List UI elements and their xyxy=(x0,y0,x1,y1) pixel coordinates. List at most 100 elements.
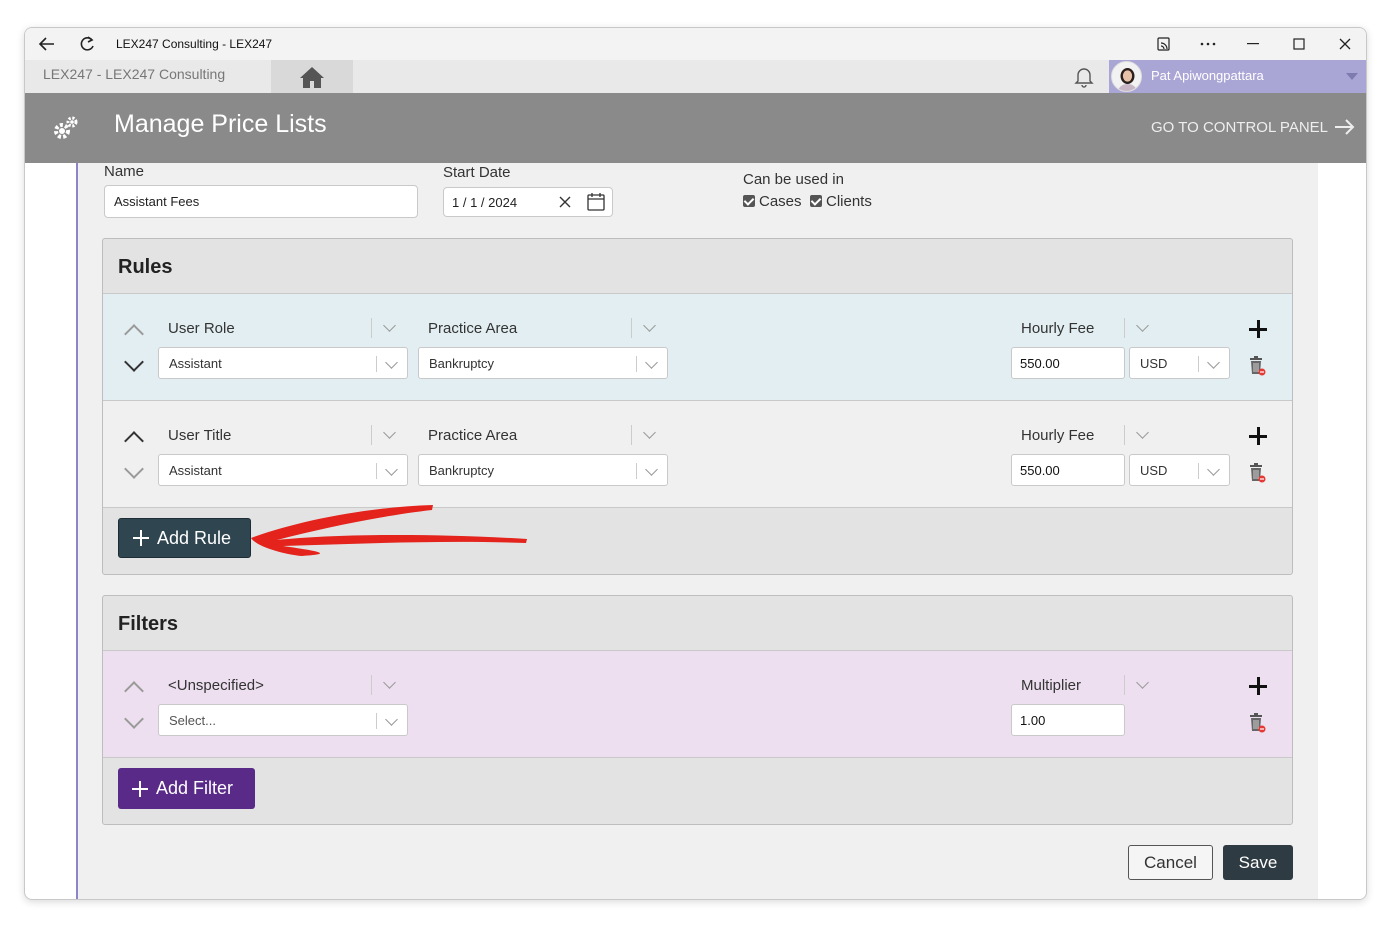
hourly-fee-input[interactable]: 550.00 xyxy=(1011,347,1125,379)
add-filter-label: Add Filter xyxy=(156,778,234,798)
delete-row-icon[interactable] xyxy=(1247,712,1267,734)
chevron-down-icon xyxy=(1207,463,1220,476)
hourly-fee-value: 550.00 xyxy=(1020,462,1060,478)
home-tab[interactable] xyxy=(271,60,353,93)
divider xyxy=(1124,318,1125,338)
filter-select[interactable]: Select... xyxy=(158,704,408,736)
add-row-icon[interactable] xyxy=(1249,427,1267,445)
divider xyxy=(371,318,372,338)
refresh-icon[interactable] xyxy=(77,34,97,54)
user-menu[interactable]: Pat Apiwongpattara xyxy=(1109,60,1366,93)
move-up-icon[interactable] xyxy=(124,681,144,701)
chevron-down-icon[interactable] xyxy=(383,426,396,439)
name-label: Name xyxy=(104,163,145,180)
calendar-icon[interactable] xyxy=(587,192,605,211)
practice-area-label[interactable]: Practice Area xyxy=(428,427,517,444)
start-date-value: 1 / 1 / 2024 xyxy=(452,194,518,210)
criterion-label[interactable]: User Title xyxy=(168,427,231,444)
cast-icon[interactable] xyxy=(1141,28,1187,60)
user-name: Pat Apiwongpattara xyxy=(1151,68,1264,83)
usage-label: Can be used in xyxy=(743,171,844,188)
cases-checkbox[interactable] xyxy=(743,195,755,207)
move-down-icon[interactable] xyxy=(124,459,144,479)
chevron-down-icon xyxy=(385,356,398,369)
annotation-arrow-icon xyxy=(251,505,527,556)
notification-bell-icon[interactable] xyxy=(1072,64,1096,88)
chevron-down-icon xyxy=(1207,356,1220,369)
back-arrow-icon[interactable] xyxy=(37,34,57,54)
rule-row: User Role Assistant Practice Area Bankru… xyxy=(103,293,1292,400)
delete-row-icon[interactable] xyxy=(1247,355,1267,377)
delete-row-icon[interactable] xyxy=(1247,462,1267,484)
add-filter-button[interactable]: Add Filter xyxy=(118,768,255,809)
practice-area-label[interactable]: Practice Area xyxy=(428,320,517,337)
divider xyxy=(636,463,637,479)
rules-title: Rules xyxy=(118,256,173,278)
usage-cases-option[interactable]: Cases xyxy=(743,193,802,210)
criterion-select[interactable]: Assistant xyxy=(158,454,408,486)
filter-criterion-label[interactable]: <Unspecified> xyxy=(168,677,264,694)
move-down-icon[interactable] xyxy=(124,709,144,729)
clients-label: Clients xyxy=(826,193,872,210)
maximize-icon[interactable] xyxy=(1276,28,1322,60)
filters-title: Filters xyxy=(118,613,179,635)
app-nav-bar: LEX247 - LEX247 Consulting Pat Apiwongpa… xyxy=(25,60,1366,93)
plus-icon xyxy=(132,780,148,797)
breadcrumb[interactable]: LEX247 - LEX247 Consulting xyxy=(43,66,225,82)
chevron-down-icon[interactable] xyxy=(1136,676,1149,689)
divider xyxy=(371,425,372,445)
more-options-icon[interactable] xyxy=(1185,28,1231,60)
chevron-down-icon xyxy=(1346,73,1358,80)
clients-checkbox[interactable] xyxy=(810,195,822,207)
hourly-fee-label[interactable]: Hourly Fee xyxy=(1021,427,1094,444)
control-panel-label: GO TO CONTROL PANEL xyxy=(1151,118,1328,136)
multiplier-input[interactable]: 1.00 xyxy=(1011,704,1125,736)
criterion-select[interactable]: Assistant xyxy=(158,347,408,379)
name-field[interactable]: Assistant Fees xyxy=(104,185,418,218)
add-row-icon[interactable] xyxy=(1249,320,1267,338)
divider xyxy=(631,425,632,445)
chevron-down-icon xyxy=(645,356,658,369)
rule-row: User Title Assistant Practice Area Bankr… xyxy=(103,400,1292,507)
add-rule-button[interactable]: Add Rule xyxy=(118,518,251,558)
hourly-fee-label[interactable]: Hourly Fee xyxy=(1021,320,1094,337)
criterion-value: Assistant xyxy=(169,462,222,478)
chevron-down-icon[interactable] xyxy=(643,426,656,439)
start-date-field[interactable]: 1 / 1 / 2024 xyxy=(443,187,613,217)
move-up-icon[interactable] xyxy=(124,431,144,451)
go-to-control-panel-link[interactable]: GO TO CONTROL PANEL xyxy=(1151,118,1356,136)
divider xyxy=(1198,356,1199,372)
cancel-button[interactable]: Cancel xyxy=(1128,845,1213,880)
window-title: LEX247 Consulting - LEX247 xyxy=(116,37,273,51)
save-button[interactable]: Save xyxy=(1223,845,1293,880)
practice-area-select[interactable]: Bankruptcy xyxy=(418,347,668,379)
multiplier-value: 1.00 xyxy=(1020,712,1046,728)
move-down-icon[interactable] xyxy=(124,352,144,372)
clear-date-icon[interactable] xyxy=(558,195,572,209)
title-bar: LEX247 Consulting - LEX247 xyxy=(25,28,1366,60)
chevron-down-icon[interactable] xyxy=(643,319,656,332)
rules-panel: Rules User Role Assistant Practice Area … xyxy=(102,238,1293,575)
add-row-icon[interactable] xyxy=(1249,677,1267,695)
chevron-down-icon[interactable] xyxy=(383,319,396,332)
currency-value: USD xyxy=(1140,355,1168,371)
close-icon[interactable] xyxy=(1322,28,1366,60)
chevron-down-icon[interactable] xyxy=(1136,426,1149,439)
minimize-icon[interactable] xyxy=(1230,28,1276,60)
usage-clients-option[interactable]: Clients xyxy=(810,193,872,210)
currency-select[interactable]: USD xyxy=(1129,347,1230,379)
divider xyxy=(636,356,637,372)
chevron-down-icon[interactable] xyxy=(1136,319,1149,332)
criterion-label[interactable]: User Role xyxy=(168,320,235,337)
multiplier-label[interactable]: Multiplier xyxy=(1021,677,1081,694)
filters-panel: Filters <Unspecified> Select... Multipli… xyxy=(102,595,1293,825)
divider xyxy=(376,356,377,372)
divider xyxy=(1198,463,1199,479)
chevron-down-icon xyxy=(385,463,398,476)
chevron-down-icon[interactable] xyxy=(383,676,396,689)
currency-select[interactable]: USD xyxy=(1129,454,1230,486)
hourly-fee-input[interactable]: 550.00 xyxy=(1011,454,1125,486)
divider xyxy=(376,713,377,729)
move-up-icon[interactable] xyxy=(124,324,144,344)
practice-area-select[interactable]: Bankruptcy xyxy=(418,454,668,486)
